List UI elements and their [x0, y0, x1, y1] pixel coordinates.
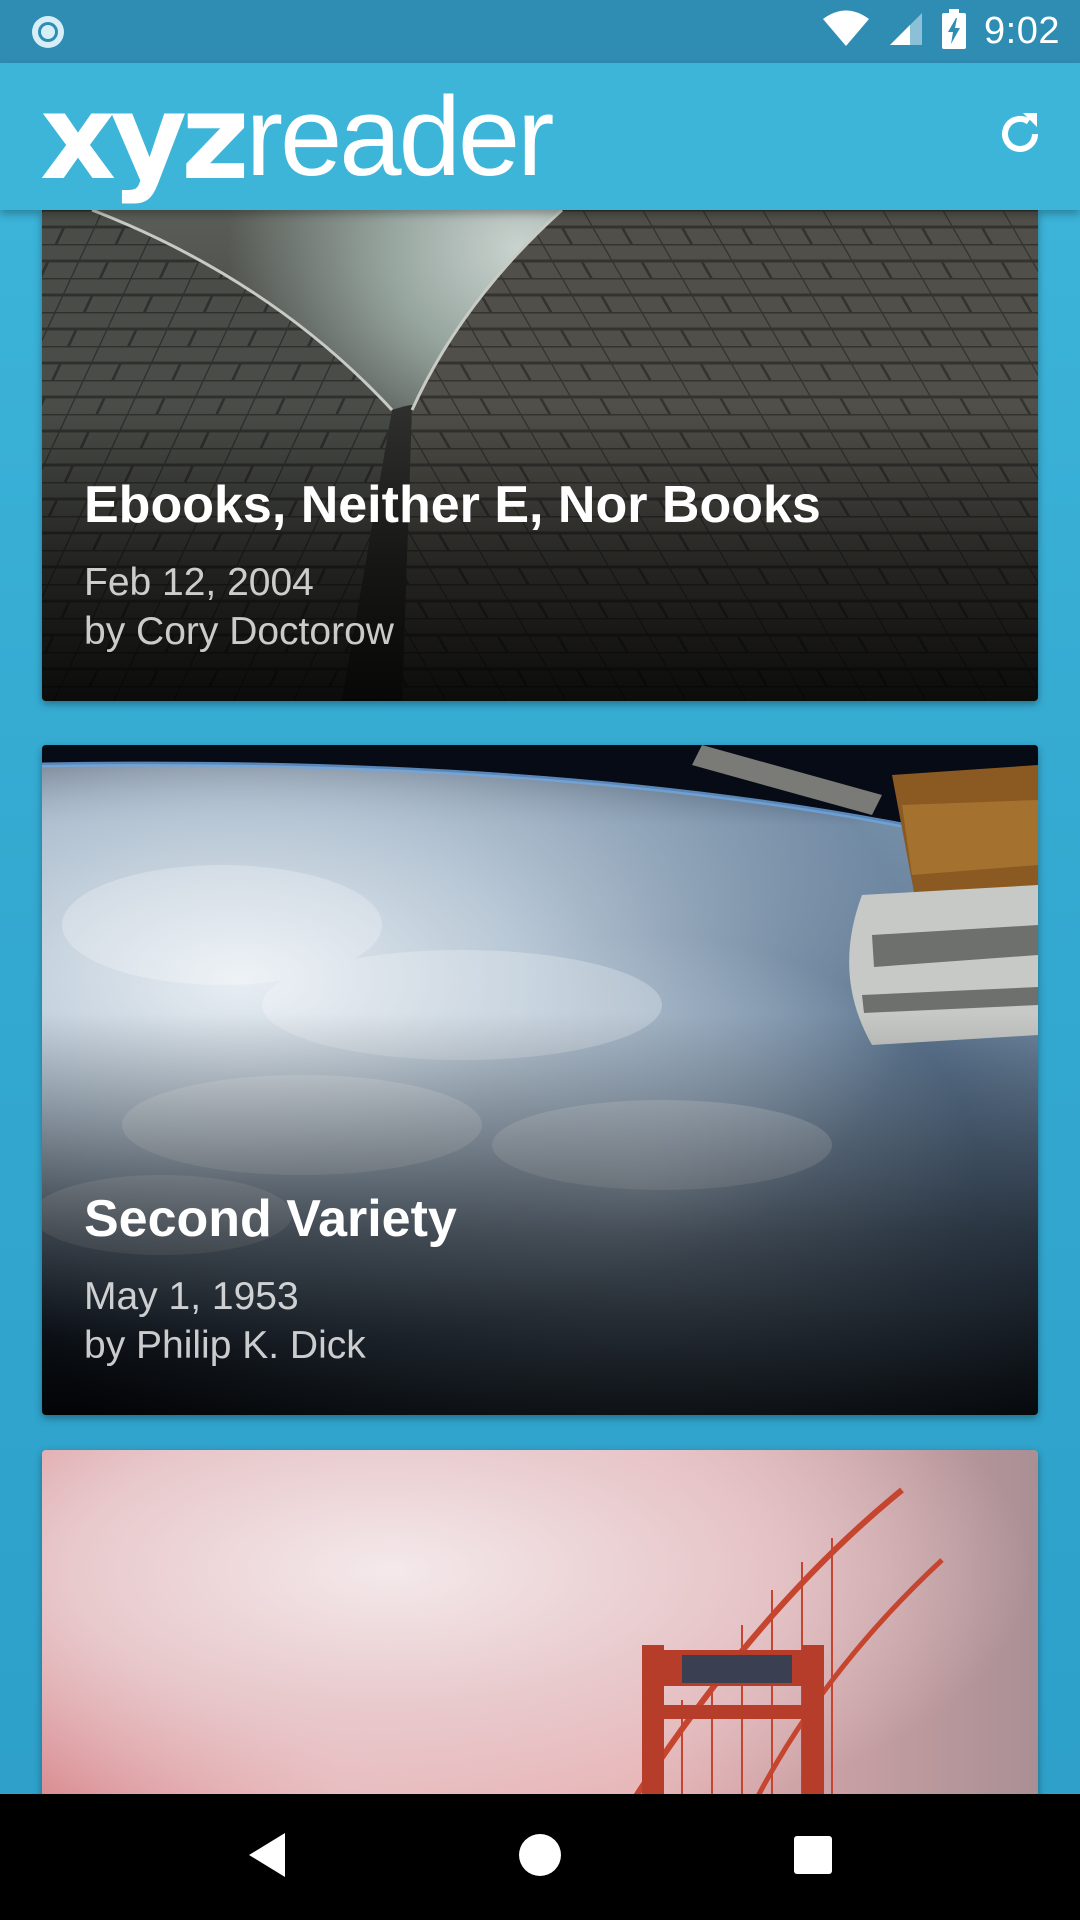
article-author: by Cory Doctorow [84, 610, 394, 654]
home-button[interactable] [495, 1812, 585, 1902]
article-meta: Ebooks, Neither E, Nor Books Feb 12, 200… [84, 476, 1008, 657]
refresh-button[interactable] [980, 96, 1060, 176]
article-card[interactable]: Ebooks, Neither E, Nor Books Feb 12, 200… [42, 210, 1038, 701]
article-title: Second Variety [84, 1190, 457, 1249]
screen: 9:02 xyz reader Ebooks, Neither E, Nor B… [0, 0, 1080, 1920]
back-button[interactable] [222, 1812, 312, 1902]
article-card[interactable] [42, 1450, 1038, 1794]
article-title: Ebooks, Neither E, Nor Books [84, 476, 821, 535]
recents-icon [792, 1834, 834, 1881]
battery-charging-icon [942, 9, 967, 54]
logo-bold-text: xyz [40, 67, 250, 206]
cell-signal-icon [888, 11, 924, 52]
article-meta: Second Variety May 1, 1953 by Philip K. … [84, 1190, 1008, 1371]
article-card[interactable]: Second Variety May 1, 1953 by Philip K. … [42, 745, 1038, 1415]
recents-button[interactable] [768, 1812, 858, 1902]
article-author: by Philip K. Dick [84, 1324, 366, 1368]
app-bar: xyz reader [0, 63, 1080, 210]
app-logo: xyz reader [40, 63, 555, 210]
back-icon [245, 1831, 289, 1884]
system-nav-bar [0, 1794, 1080, 1920]
logo-thin-text: reader [245, 73, 555, 199]
status-icons: 9:02 [822, 0, 1060, 63]
home-icon [517, 1832, 563, 1883]
status-bar: 9:02 [0, 0, 1080, 63]
golden-gate-bridge-fog-photo [42, 1450, 1038, 1794]
refresh-icon [995, 109, 1045, 164]
article-date: May 1, 1953 [84, 1274, 299, 1318]
wifi-icon [822, 10, 870, 53]
article-date: Feb 12, 2004 [84, 560, 314, 604]
notification-dot-icon [30, 14, 66, 50]
status-clock: 9:02 [984, 10, 1060, 52]
article-list[interactable]: Ebooks, Neither E, Nor Books Feb 12, 200… [0, 210, 1080, 1794]
